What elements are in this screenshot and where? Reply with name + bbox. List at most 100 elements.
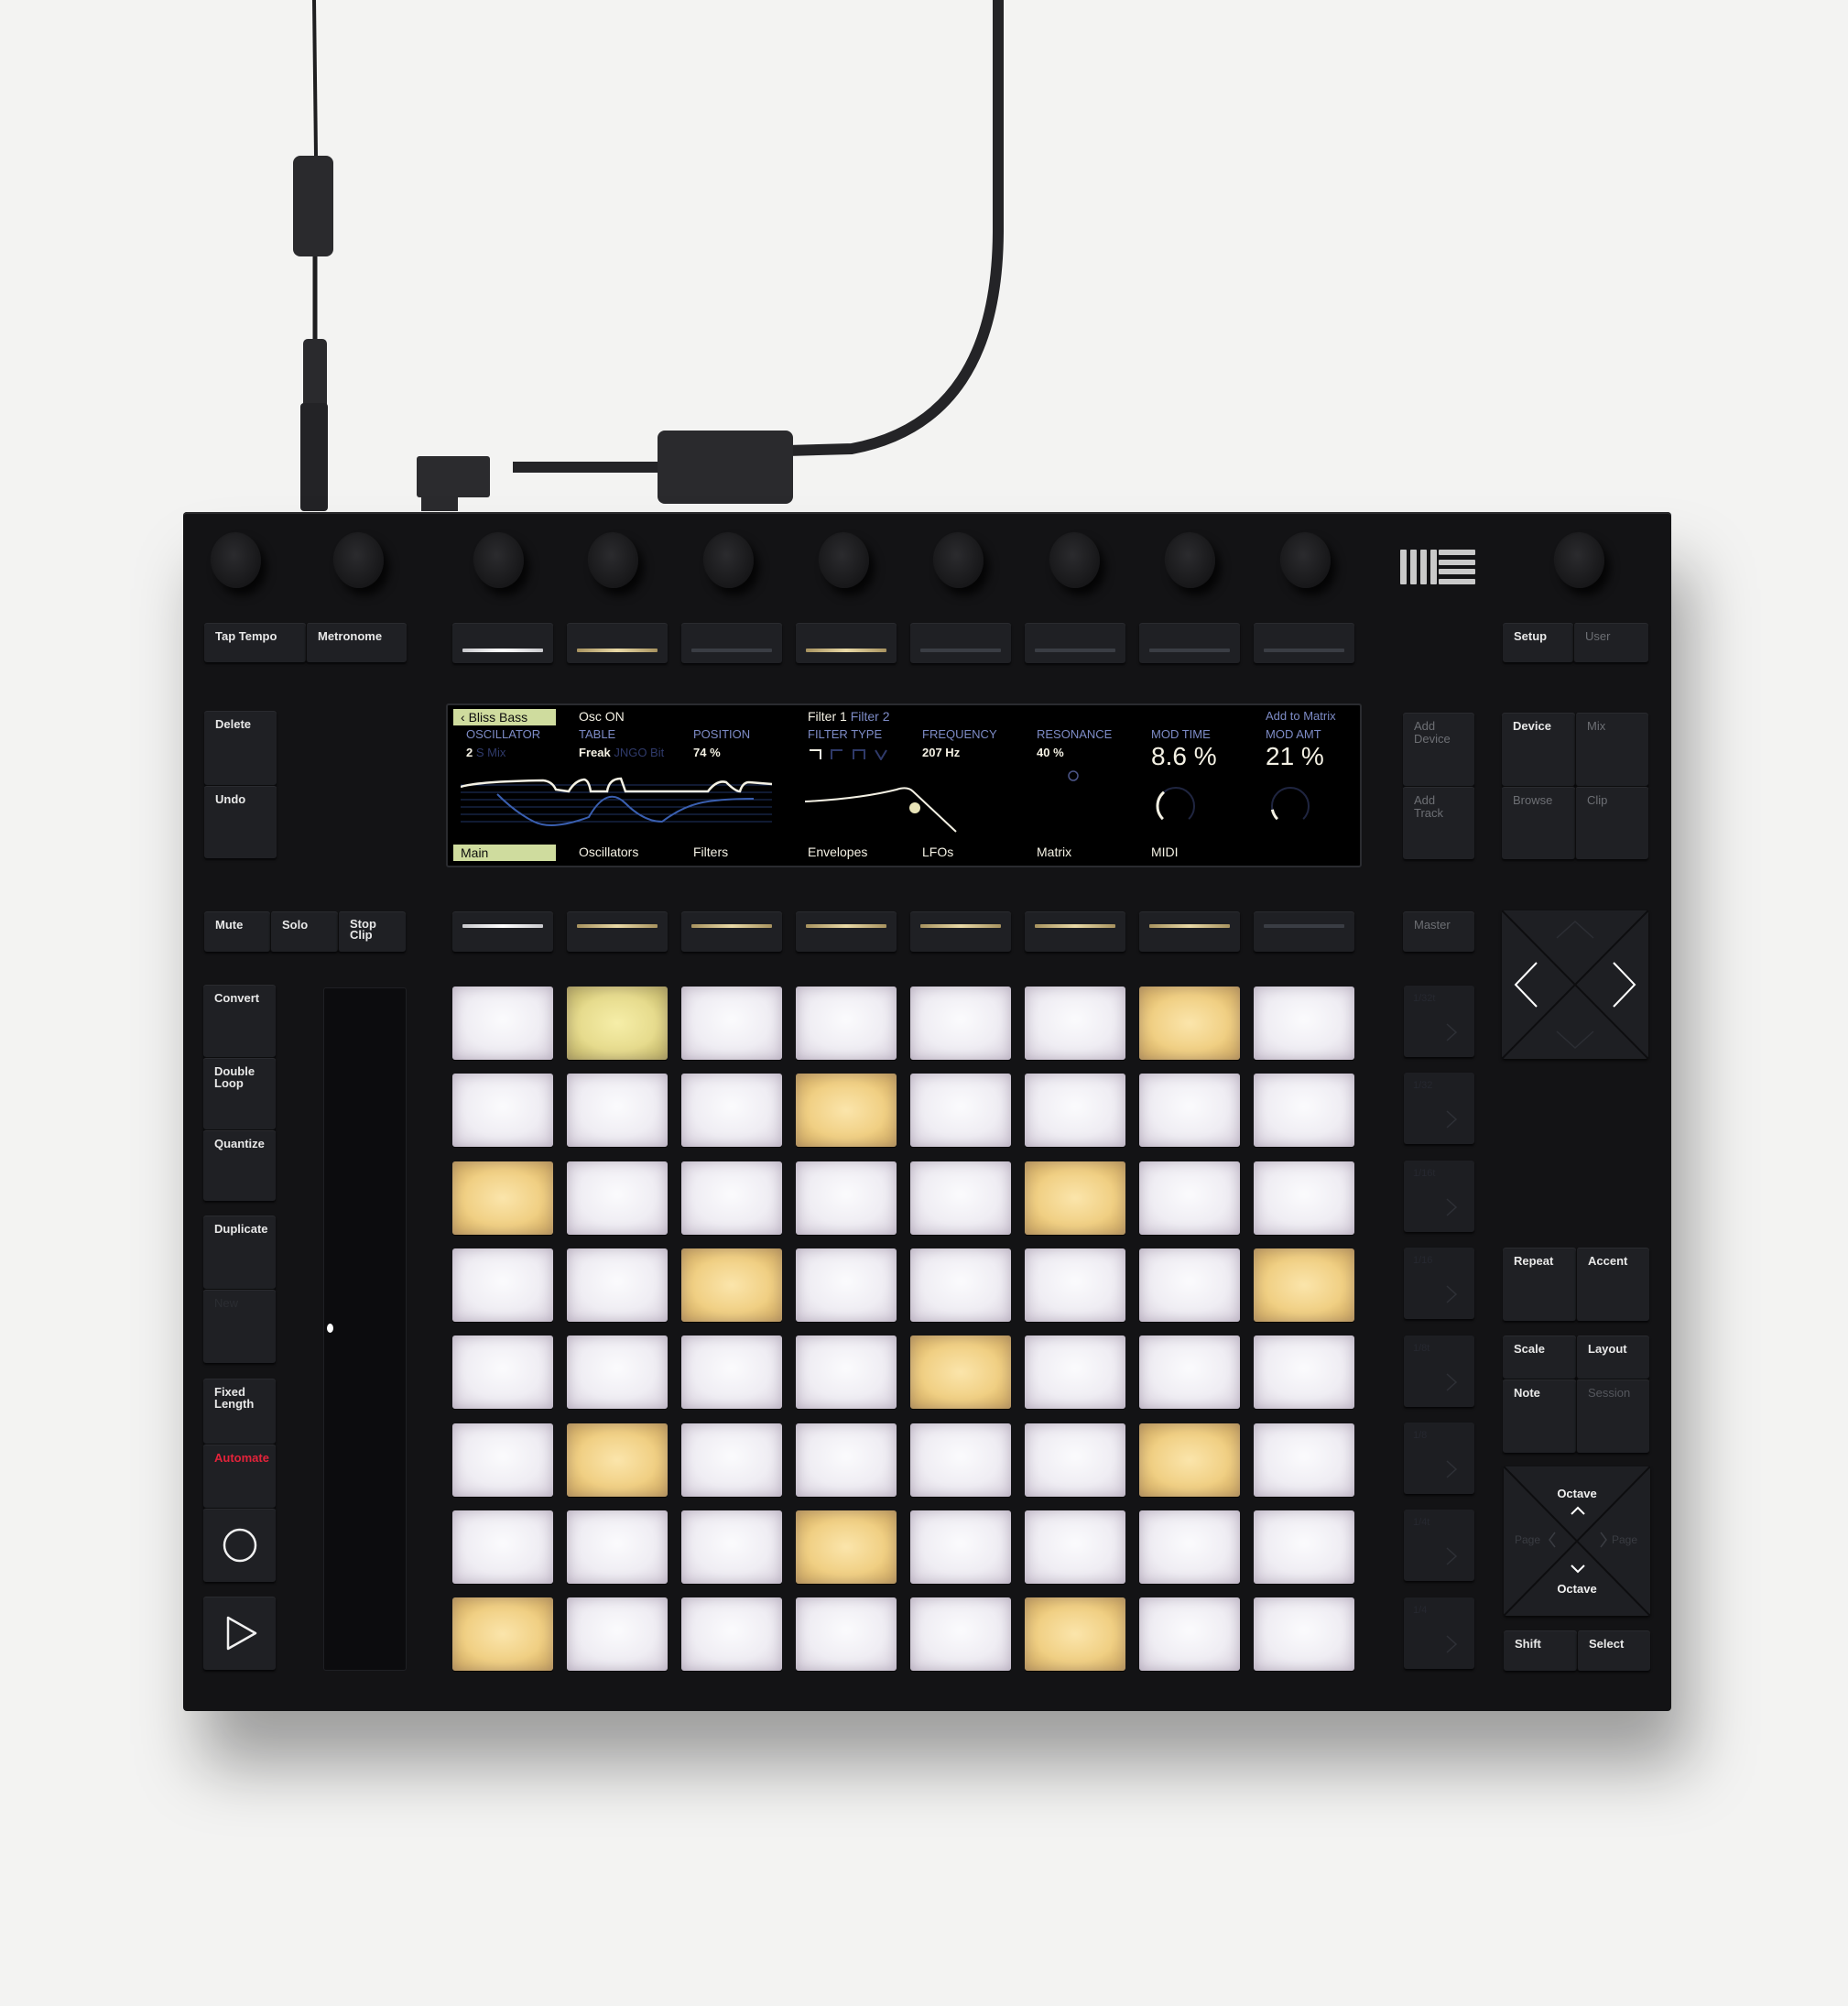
pad-white[interactable] (452, 987, 553, 1060)
pad-white[interactable] (681, 1161, 782, 1235)
mod-amt-dial[interactable] (1267, 783, 1313, 829)
pad-white[interactable] (1025, 987, 1125, 1060)
page-left-label[interactable]: Page (1515, 1533, 1540, 1546)
pad-white[interactable] (567, 1074, 668, 1148)
upper-track-button[interactable] (681, 623, 782, 663)
quantize-button[interactable]: Quantize (203, 1129, 276, 1201)
touch-strip[interactable] (323, 987, 407, 1671)
select-button[interactable]: Select (1577, 1630, 1650, 1671)
scale-button[interactable]: Scale (1503, 1336, 1576, 1379)
encoder-knob[interactable] (212, 533, 261, 588)
setup-button[interactable]: Setup (1503, 623, 1573, 662)
encoder-knob[interactable] (334, 533, 384, 588)
scene-button[interactable]: 1/16 (1404, 1248, 1474, 1320)
lower-track-button[interactable] (1025, 911, 1125, 952)
octave-page-pad[interactable]: Octave Page Page Octave (1503, 1466, 1651, 1617)
tab-lfos[interactable]: LFOs (922, 845, 953, 859)
pad-white[interactable] (910, 1161, 1011, 1235)
layout-button[interactable]: Layout (1576, 1336, 1649, 1379)
chevron-left-icon[interactable] (1548, 1531, 1557, 1549)
stop-clip-button[interactable]: Stop Clip (338, 911, 406, 952)
pad-amber[interactable] (1254, 1248, 1354, 1322)
encoder-knob[interactable] (1166, 533, 1215, 588)
pad-white[interactable] (1139, 1074, 1240, 1148)
scene-button[interactable]: 1/32 (1404, 1073, 1474, 1145)
pad-white[interactable] (452, 1423, 553, 1497)
pad-lime[interactable] (567, 987, 668, 1060)
pad-white[interactable] (796, 987, 897, 1060)
add-to-matrix[interactable]: Add to Matrix (1266, 709, 1336, 723)
pad-amber[interactable] (452, 1597, 553, 1672)
shift-button[interactable]: Shift (1504, 1630, 1577, 1671)
pad-white[interactable] (796, 1423, 897, 1497)
pad-white[interactable] (567, 1161, 668, 1235)
pad-white[interactable] (1254, 987, 1354, 1060)
pad-white[interactable] (796, 1336, 897, 1410)
encoder-knob[interactable] (820, 533, 869, 588)
encoder-knob[interactable] (474, 533, 524, 588)
lower-track-button[interactable] (567, 911, 668, 952)
pad-amber[interactable] (1025, 1161, 1125, 1235)
lower-track-button[interactable] (796, 911, 897, 952)
repeat-button[interactable]: Repeat (1503, 1248, 1576, 1321)
scene-button[interactable]: 1/16t (1404, 1160, 1474, 1232)
pad-white[interactable] (1254, 1161, 1354, 1235)
pad-white[interactable] (1139, 1336, 1240, 1410)
encoder-knob[interactable] (1281, 533, 1331, 588)
tab-filters[interactable]: Filters (693, 845, 728, 859)
master-button[interactable]: Master (1403, 911, 1474, 952)
pad-white[interactable] (1025, 1074, 1125, 1148)
session-button[interactable]: Session (1576, 1379, 1649, 1453)
tab-oscillators[interactable]: Oscillators (579, 845, 638, 859)
upper-track-button[interactable] (452, 623, 553, 663)
lower-track-button[interactable] (452, 911, 553, 952)
user-button[interactable]: User (1573, 623, 1648, 662)
pad-white[interactable] (681, 1597, 782, 1672)
mute-button[interactable]: Mute (204, 911, 270, 952)
pad-amber[interactable] (796, 1074, 897, 1148)
pad-white[interactable] (567, 1510, 668, 1584)
arrow-right-icon[interactable] (1610, 961, 1637, 1008)
pad-amber[interactable] (681, 1248, 782, 1322)
lower-track-button[interactable] (1139, 911, 1240, 952)
accent-button[interactable]: Accent (1576, 1248, 1649, 1321)
play-button[interactable] (203, 1597, 276, 1670)
new-button[interactable]: New (203, 1289, 276, 1363)
filter-select[interactable]: Filter 1 Filter 2 (808, 709, 889, 724)
pad-white[interactable] (910, 1074, 1011, 1148)
pad-white[interactable] (681, 987, 782, 1060)
pad-amber[interactable] (1139, 987, 1240, 1060)
pad-white[interactable] (910, 1423, 1011, 1497)
undo-button[interactable]: Undo (204, 785, 277, 858)
upper-track-button[interactable] (567, 623, 668, 663)
pad-white[interactable] (681, 1423, 782, 1497)
tab-matrix[interactable]: Matrix (1037, 845, 1071, 859)
navigation-pad[interactable] (1501, 910, 1649, 1060)
lower-track-button[interactable] (1254, 911, 1354, 952)
upper-track-button[interactable] (796, 623, 897, 663)
upper-track-button[interactable] (1139, 623, 1240, 663)
encoder-knob[interactable] (589, 533, 638, 588)
automate-button[interactable]: Automate (203, 1444, 276, 1508)
pad-white[interactable] (796, 1248, 897, 1322)
pad-white[interactable] (1254, 1336, 1354, 1410)
mod-time-dial[interactable] (1153, 783, 1199, 829)
pad-white[interactable] (1254, 1510, 1354, 1584)
scene-button[interactable]: 1/8 (1404, 1423, 1474, 1494)
pad-white[interactable] (452, 1336, 553, 1410)
pad-white[interactable] (910, 1248, 1011, 1322)
upper-track-button[interactable] (1025, 623, 1125, 663)
pad-amber[interactable] (452, 1161, 553, 1235)
tab-midi[interactable]: MIDI (1151, 845, 1179, 859)
scene-button[interactable]: 1/8t (1404, 1335, 1474, 1407)
lower-track-button[interactable] (681, 911, 782, 952)
tab-main[interactable]: Main (453, 845, 556, 861)
note-button[interactable]: Note (1503, 1379, 1576, 1453)
pad-white[interactable] (910, 1510, 1011, 1584)
pad-white[interactable] (1139, 1597, 1240, 1672)
metronome-button[interactable]: Metronome (306, 623, 407, 662)
pad-white[interactable] (910, 1597, 1011, 1672)
browse-button[interactable]: Browse (1502, 786, 1575, 859)
solo-button[interactable]: Solo (270, 911, 338, 952)
chevron-right-icon[interactable] (1599, 1531, 1608, 1549)
